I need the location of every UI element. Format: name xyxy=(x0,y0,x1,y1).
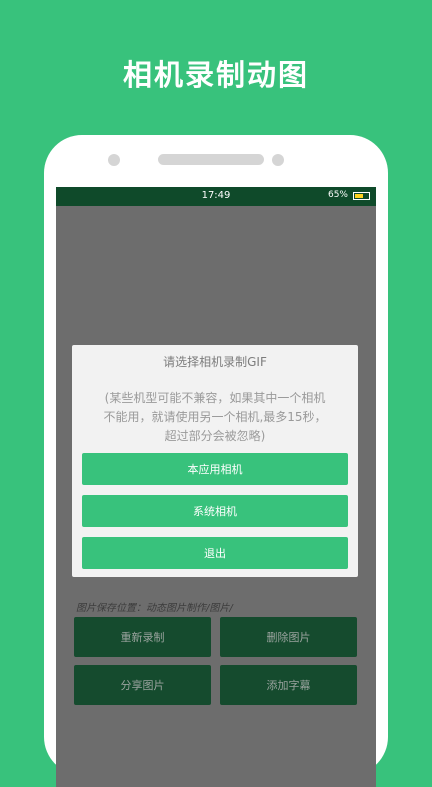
promo-title: 相机录制动图 xyxy=(122,58,309,92)
camera-select-dialog: 请选择相机录制GIF (某些机型可能不兼容，如果其中一个相机 不能用，就请使用另… xyxy=(72,345,358,577)
front-camera-icon xyxy=(108,154,120,166)
battery-level xyxy=(355,194,364,198)
rerecord-button[interactable]: 重新录制 xyxy=(74,617,211,657)
status-bar: 17:49 65% xyxy=(56,187,376,206)
system-camera-button[interactable]: 系统相机 xyxy=(82,495,348,527)
add-subtitle-button[interactable]: 添加字幕 xyxy=(220,665,357,705)
dialog-title: 请选择相机录制GIF xyxy=(163,355,267,369)
dialog-note-line: 不能用，就请使用另一个相机,最多15秒， xyxy=(103,410,327,424)
dialog-note: (某些机型可能不兼容，如果其中一个相机 不能用，就请使用另一个相机,最多15秒，… xyxy=(86,389,344,446)
phone-frame: 17:49 65% 请选择相机录制GIF (某些机型可能不兼容，如果其中一个相机… xyxy=(44,135,388,787)
save-path-label: 图片保存位置：动态图片制作/图片/ xyxy=(76,603,233,614)
dialog-note-line: (某些机型可能不兼容，如果其中一个相机 xyxy=(104,391,326,405)
battery-percentage: 65% xyxy=(327,190,348,200)
exit-button[interactable]: 退出 xyxy=(82,537,348,569)
app-camera-button[interactable]: 本应用相机 xyxy=(82,453,348,485)
share-image-button[interactable]: 分享图片 xyxy=(74,665,211,705)
dialog-note-line: 超过部分会被忽略) xyxy=(164,429,266,443)
delete-image-button[interactable]: 删除图片 xyxy=(220,617,357,657)
speaker-grille xyxy=(158,154,264,165)
sensor-icon xyxy=(272,154,284,166)
phone-screen: 17:49 65% 请选择相机录制GIF (某些机型可能不兼容，如果其中一个相机… xyxy=(56,187,376,787)
battery-icon xyxy=(353,192,370,200)
